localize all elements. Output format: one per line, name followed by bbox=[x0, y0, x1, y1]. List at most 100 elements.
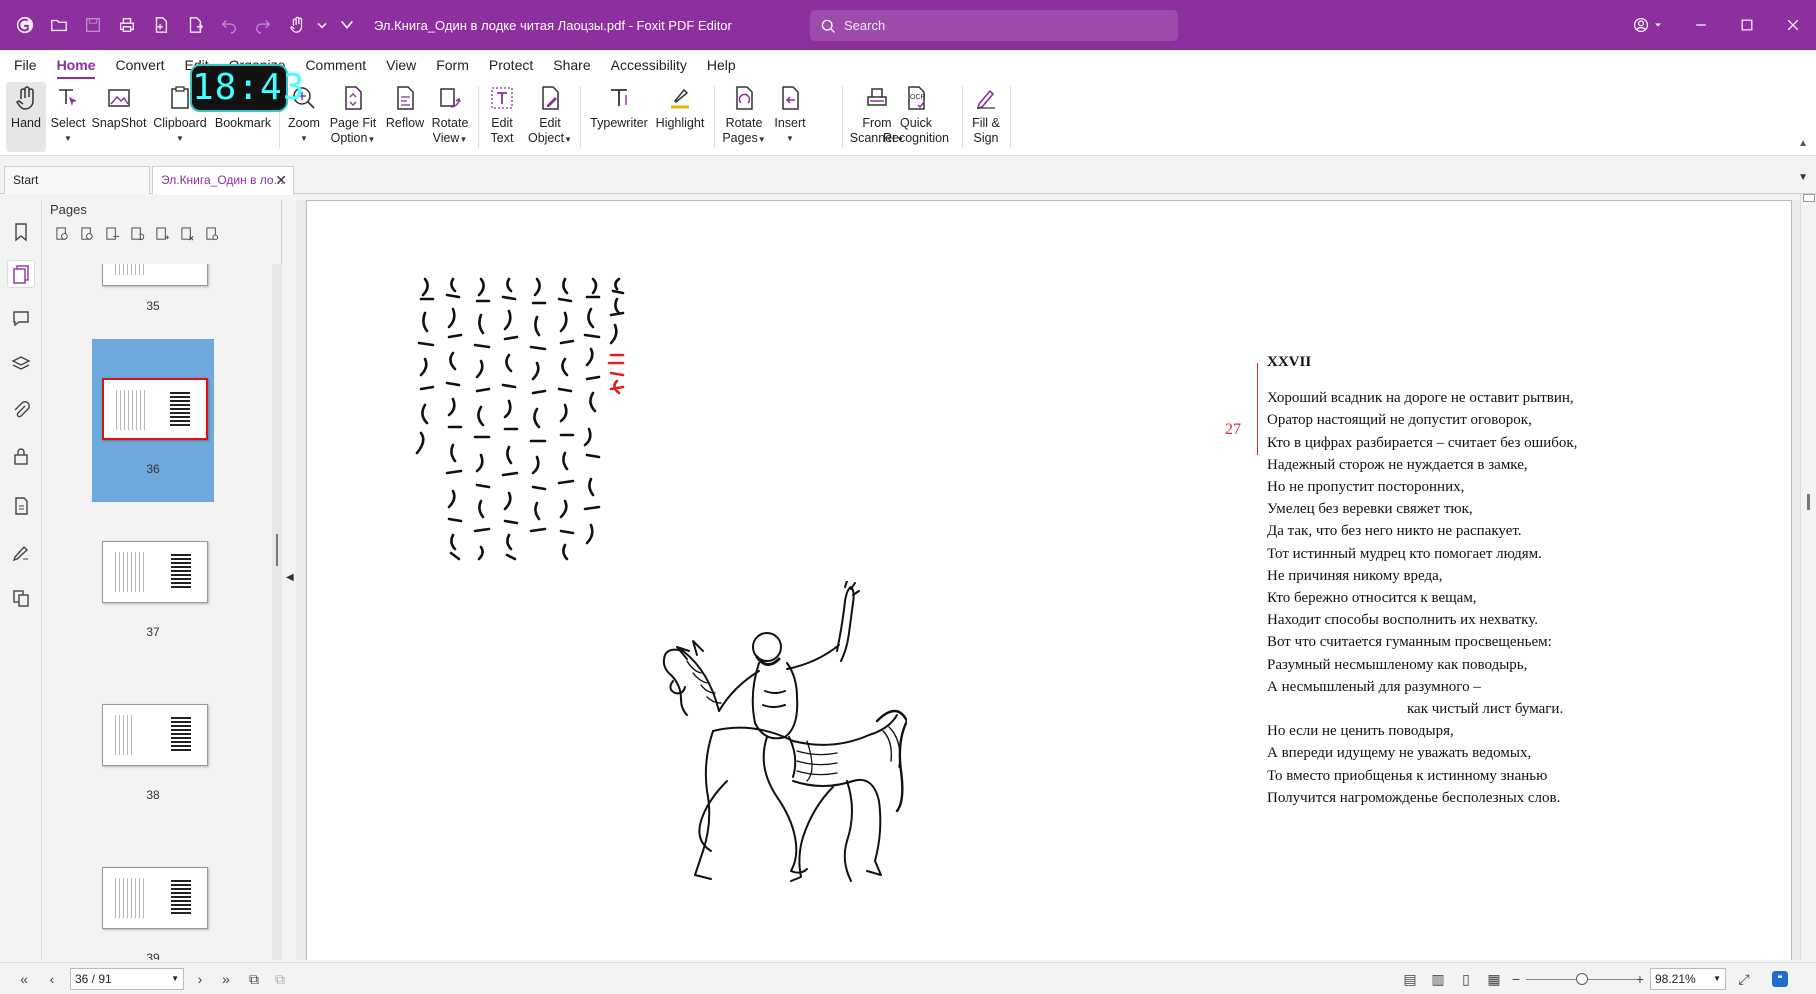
replace-page-icon[interactable] bbox=[125, 224, 150, 244]
menu-comment[interactable]: Comment bbox=[295, 50, 376, 80]
edit-text-label: Edit bbox=[491, 116, 513, 130]
tab-start-label: Start bbox=[13, 173, 39, 187]
select-button[interactable]: Select ▼ bbox=[50, 82, 86, 152]
chevron-down-icon[interactable] bbox=[314, 8, 330, 42]
tab-document[interactable]: Эл.Книга_Один в ло... ✕ bbox=[152, 166, 294, 195]
collapse-ribbon-icon[interactable]: ▲ bbox=[1798, 138, 1808, 149]
insert-label: Insert bbox=[774, 116, 806, 130]
save-icon[interactable] bbox=[76, 8, 110, 42]
page-number: 38 bbox=[146, 788, 160, 802]
insert-page-icon[interactable] bbox=[100, 224, 125, 244]
facing-view-icon[interactable]: ▯ bbox=[1458, 971, 1474, 987]
typewriter-button[interactable]: Typewriter bbox=[588, 82, 650, 152]
menu-convert[interactable]: Convert bbox=[105, 50, 174, 80]
zoom-out-icon[interactable]: − bbox=[1508, 971, 1524, 987]
fill-sign-button[interactable]: Fill & Sign bbox=[966, 82, 1006, 152]
content-panel-icon[interactable] bbox=[7, 492, 35, 520]
comments-panel-icon[interactable] bbox=[7, 304, 35, 332]
reflow-button[interactable]: Reflow bbox=[384, 82, 426, 152]
tab-list-chevron-icon[interactable]: ▼ bbox=[1798, 172, 1808, 183]
open-folder-icon[interactable] bbox=[42, 8, 76, 42]
menu-file[interactable]: File bbox=[4, 50, 47, 80]
scroll-thumb[interactable] bbox=[1807, 494, 1810, 510]
tab-start[interactable]: Start bbox=[4, 166, 150, 194]
close-button[interactable] bbox=[1770, 0, 1816, 50]
snapshot-button[interactable]: SnapShot bbox=[92, 82, 146, 152]
page-thumbnail[interactable] bbox=[102, 541, 208, 603]
chat-assistant-icon[interactable]: ❝ bbox=[1772, 971, 1788, 987]
single-page-view-icon[interactable]: ▤ bbox=[1402, 971, 1418, 987]
last-page-icon[interactable]: » bbox=[218, 971, 234, 987]
zoom-slider[interactable] bbox=[1526, 973, 1636, 985]
page-fit-option-button[interactable]: Page Fit Option▼ bbox=[328, 82, 378, 152]
minimize-button[interactable] bbox=[1678, 0, 1724, 50]
rotate-pages-button[interactable]: Rotate Pages▼ bbox=[720, 82, 768, 152]
zoom-in-icon[interactable]: + bbox=[1632, 971, 1648, 987]
undo-icon[interactable] bbox=[212, 8, 246, 42]
panel-scrollbar[interactable] bbox=[272, 264, 282, 960]
delete-page-icon[interactable] bbox=[175, 224, 200, 244]
page-thumbnail[interactable] bbox=[102, 264, 208, 286]
collapse-panel-icon[interactable]: ◀ bbox=[286, 572, 294, 583]
menu-protect[interactable]: Protect bbox=[479, 50, 543, 80]
attachments-panel-icon[interactable] bbox=[7, 396, 35, 424]
previous-view-icon[interactable]: ⧉ bbox=[246, 971, 262, 987]
document-scrollbar[interactable] bbox=[1800, 194, 1816, 960]
zoom-in-thumbnails-icon[interactable] bbox=[75, 224, 100, 244]
redo-icon[interactable] bbox=[246, 8, 280, 42]
scroll-up-icon[interactable] bbox=[1803, 194, 1815, 202]
zoom-out-thumbnails-icon[interactable] bbox=[50, 224, 75, 244]
close-tab-icon[interactable]: ✕ bbox=[275, 167, 287, 193]
zoom-slider-knob[interactable] bbox=[1576, 973, 1588, 985]
edit-object-icon bbox=[542, 86, 559, 110]
menu-form[interactable]: Form bbox=[426, 50, 479, 80]
security-panel-icon[interactable] bbox=[7, 442, 35, 470]
edit-text-button[interactable]: Edit Text bbox=[484, 82, 520, 152]
pages-panel-icon[interactable] bbox=[7, 260, 35, 288]
rotate-view-button[interactable]: Rotate View▼ bbox=[430, 82, 470, 152]
menu-home[interactable]: Home bbox=[47, 50, 106, 80]
page-thumbnail[interactable] bbox=[102, 867, 208, 929]
quick-recognition-button[interactable]: OCR Quick Recognition bbox=[880, 82, 952, 152]
edit-text-label-2: Text bbox=[490, 131, 514, 145]
menu-help[interactable]: Help bbox=[697, 50, 746, 80]
page-properties-icon[interactable] bbox=[200, 224, 225, 244]
create-pdf-icon[interactable] bbox=[144, 8, 178, 42]
print-icon[interactable] bbox=[110, 8, 144, 42]
bookmarks-panel-icon[interactable] bbox=[7, 218, 35, 246]
menu-accessibility[interactable]: Accessibility bbox=[601, 50, 697, 80]
insert-button[interactable]: Insert ▼ bbox=[772, 82, 808, 152]
search-icon bbox=[821, 19, 835, 33]
continuous-view-icon[interactable]: ▥ bbox=[1430, 971, 1446, 987]
highlight-button[interactable]: Highlight bbox=[652, 82, 708, 152]
next-page-icon[interactable]: › bbox=[192, 971, 208, 987]
compare-panel-icon[interactable] bbox=[7, 584, 35, 612]
customize-toolbar-icon[interactable] bbox=[330, 8, 364, 42]
menu-share[interactable]: Share bbox=[543, 50, 600, 80]
first-page-icon[interactable]: « bbox=[16, 971, 32, 987]
hand-label: Hand bbox=[11, 116, 41, 130]
search-input[interactable]: Search bbox=[810, 10, 1178, 41]
document-view[interactable]: 27 XXVII Хороший всадник на дороге не ос… bbox=[296, 200, 1800, 960]
next-view-icon[interactable]: ⧉ bbox=[272, 971, 288, 987]
menu-view[interactable]: View bbox=[376, 50, 426, 80]
extract-page-icon[interactable] bbox=[150, 224, 175, 244]
fit-page-icon[interactable]: ⤢ bbox=[1736, 971, 1752, 987]
rotate-pages-label-2: Pages▼ bbox=[722, 131, 766, 145]
layers-panel-icon[interactable] bbox=[7, 350, 35, 378]
account-button[interactable] bbox=[1618, 0, 1678, 50]
hand-button[interactable]: Hand bbox=[6, 82, 46, 152]
previous-page-icon[interactable]: ‹ bbox=[44, 971, 60, 987]
page-thumbnail[interactable] bbox=[102, 378, 208, 440]
export-icon[interactable] bbox=[178, 8, 212, 42]
continuous-facing-view-icon[interactable]: ▦ bbox=[1486, 971, 1502, 987]
signature-panel-icon[interactable] bbox=[7, 538, 35, 566]
page-number-input[interactable]: 36 / 91 ▼ bbox=[70, 968, 184, 990]
hand-tool-icon[interactable] bbox=[280, 8, 314, 42]
panel-title: Pages bbox=[50, 202, 87, 217]
maximize-button[interactable] bbox=[1724, 0, 1770, 50]
zoom-level-select[interactable]: 98.21% ▼ bbox=[1650, 968, 1726, 990]
edit-object-button[interactable]: Edit Object▼ bbox=[526, 82, 574, 152]
page-thumbnail[interactable] bbox=[102, 704, 208, 766]
foxit-logo-icon[interactable] bbox=[8, 8, 42, 42]
